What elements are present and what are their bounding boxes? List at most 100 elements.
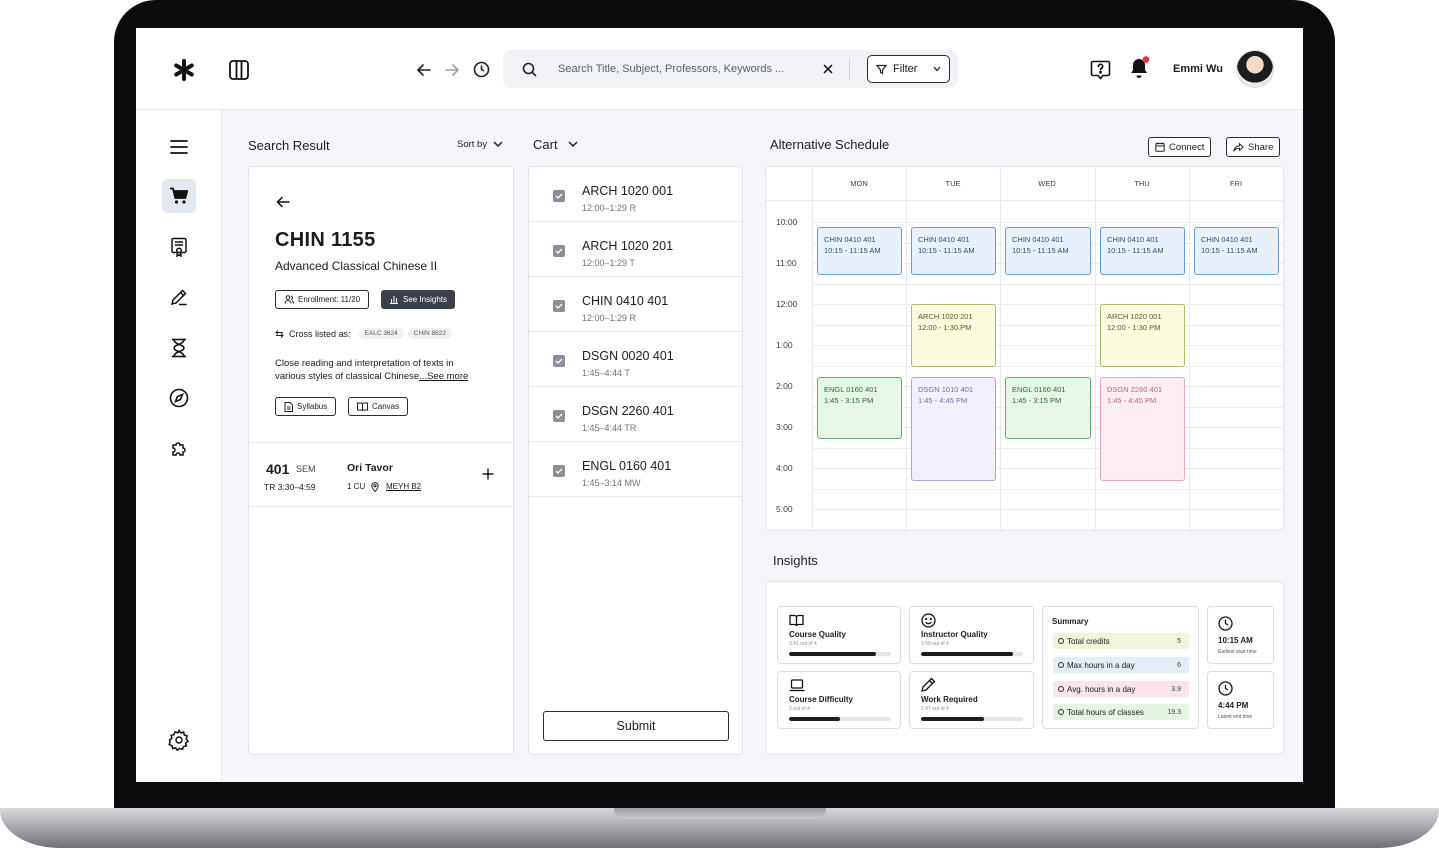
filter-dropdown[interactable]: Filter: [867, 55, 950, 83]
swap-arrows-icon: [275, 329, 284, 338]
see-more-link[interactable]: ...See more: [419, 371, 468, 382]
course-difficulty-card: Course Difficulty 2 out of 4: [777, 671, 901, 729]
insights-title: Insights: [773, 553, 818, 568]
sidebar-item-cart[interactable]: [162, 179, 196, 213]
summary-row-label: Avg. hours in a day: [1067, 684, 1136, 694]
cart-item[interactable]: ARCH 1020 201 12:00–1:29 T: [529, 222, 742, 277]
course-quality-bar: [789, 652, 891, 656]
cart-item[interactable]: DSGN 0020 401 1:45–4:44 T: [529, 332, 742, 387]
back-arrow-icon[interactable]: [275, 194, 291, 210]
columns-layout-icon[interactable]: [227, 58, 251, 82]
chevron-down-icon: [568, 141, 578, 148]
cart-item-name: CHIN 0410 401: [582, 294, 669, 308]
help-chat-icon[interactable]: [1089, 58, 1111, 80]
clear-search-icon[interactable]: [821, 62, 835, 76]
event-time: 10:15 - 11:15 AM: [824, 246, 881, 255]
cart-item-name: ARCH 1020 201: [582, 239, 674, 253]
share-label: Share: [1248, 141, 1274, 153]
section-number: 401: [266, 461, 290, 477]
canvas-button[interactable]: Canvas: [348, 397, 409, 416]
puzzle-piece-icon: [172, 442, 186, 456]
certificate-icon: [171, 237, 187, 257]
calendar-event[interactable]: CHIN 0410 401 10:15 - 11:15 AM: [1194, 227, 1279, 275]
course-name: Advanced Classical Chinese II: [275, 259, 438, 273]
section-row[interactable]: 401 SEM TR 3:30–4:59 Ori Tavor 1 CU MEYH…: [249, 443, 513, 506]
shopping-cart-icon: [170, 187, 189, 204]
sidebar-item-settings[interactable]: [162, 723, 196, 757]
connect-button[interactable]: Connect: [1148, 137, 1212, 157]
event-name: ARCH 1020 001: [1107, 312, 1162, 321]
cart-header[interactable]: Cart: [533, 137, 578, 152]
calendar-event[interactable]: CHIN 0410 401 10:15 - 11:15 AM: [1100, 227, 1185, 275]
calendar-event[interactable]: DSGN 1010 401 1:45 - 4:45 PM: [911, 377, 996, 481]
cart-item[interactable]: CHIN 0410 401 12:00–1:29 R: [529, 277, 742, 332]
event-time: 12:00 - 1:30 PM: [1107, 323, 1161, 332]
checkbox[interactable]: [553, 190, 565, 202]
share-arrow-icon: [1233, 142, 1244, 152]
calendar-event[interactable]: CHIN 0410 401 10:15 - 11:15 AM: [911, 227, 996, 275]
forward-arrow-icon[interactable]: [442, 60, 462, 80]
user-name[interactable]: Emmi Wu: [1173, 63, 1223, 75]
course-difficulty-label: Course Difficulty: [789, 695, 854, 704]
laptop-notch: [614, 808, 826, 819]
cart-item[interactable]: DSGN 2260 401 1:45–4:44 TR: [529, 387, 742, 442]
add-plus-icon[interactable]: [481, 467, 495, 481]
event-name: CHIN 0410 401: [1107, 235, 1159, 244]
cart-item[interactable]: ARCH 1020 001 12:00–1:29 R: [529, 167, 742, 222]
hour-label: 1:00: [776, 340, 793, 350]
cart-item-time: 1:45–4:44 T: [582, 368, 630, 378]
sidebar-item-plugins[interactable]: [162, 432, 196, 466]
calendar-event[interactable]: CHIN 0410 401 10:15 - 11:15 AM: [1005, 227, 1091, 275]
course-code: CHIN 1155: [275, 229, 376, 251]
checkbox[interactable]: [553, 300, 565, 312]
course-difficulty-bar: [789, 717, 891, 721]
syllabus-button[interactable]: Syllabus: [275, 397, 337, 416]
checkbox[interactable]: [553, 245, 565, 257]
sidebar-item-hourglass[interactable]: [162, 331, 196, 365]
calendar-event[interactable]: ENGL 0160 401 1:45 - 3:15 PM: [817, 377, 902, 439]
calendar-event[interactable]: ARCH 1020 201 12:00 - 1:30 PM: [911, 304, 996, 367]
see-insights-button[interactable]: See Insights: [381, 290, 456, 309]
search-bar[interactable]: Search Title, Subject, Professors, Keywo…: [503, 50, 958, 88]
menu-hamburger-icon[interactable]: [162, 130, 196, 164]
sort-by-dropdown[interactable]: Sort by: [457, 139, 503, 150]
event-name: ENGL 0160 401: [1012, 385, 1066, 394]
checkbox[interactable]: [553, 355, 565, 367]
day-header: MON: [850, 179, 868, 188]
back-arrow-icon[interactable]: [414, 60, 434, 80]
calendar-event[interactable]: ARCH 1020 001 12:00 - 1:30 PM: [1100, 304, 1185, 367]
share-button[interactable]: Share: [1226, 137, 1281, 157]
calendar-event[interactable]: DSGN 2260 401 1:45 - 4:45 PM: [1100, 377, 1185, 481]
cart-item-name: DSGN 2260 401: [582, 404, 674, 418]
avatar[interactable]: [1236, 50, 1274, 88]
sidebar-item-certificate[interactable]: [162, 230, 196, 264]
checkbox[interactable]: [553, 410, 565, 422]
section-location[interactable]: MEYH B2: [386, 482, 421, 491]
sidebar-item-explore[interactable]: [162, 381, 196, 415]
event-time: 1:45 - 4:45 PM: [918, 396, 968, 405]
schedule-title: Alternative Schedule: [770, 137, 890, 152]
cross-listed-tag[interactable]: CHIN 8622: [407, 328, 452, 339]
calendar-event[interactable]: CHIN 0410 401 10:15 - 11:15 AM: [817, 227, 902, 275]
document-icon: [284, 401, 293, 412]
event-name: CHIN 0410 401: [1012, 235, 1064, 244]
checkbox[interactable]: [553, 465, 565, 477]
calendar-event[interactable]: ENGL 0160 401 1:45 - 3:15 PM: [1005, 377, 1091, 439]
syllabus-label: Syllabus: [297, 402, 328, 411]
filter-label: Filter: [893, 63, 918, 75]
earliest-start-time: 10:15 AM: [1218, 636, 1253, 645]
smiley-face-icon: [921, 613, 936, 628]
search-input[interactable]: Search Title, Subject, Professors, Keywo…: [558, 63, 784, 75]
insights-panel: Course Quality 3.41 out of 4 Instructor …: [765, 581, 1284, 755]
users-icon: [284, 295, 294, 304]
asterisk-logo-icon[interactable]: [172, 58, 196, 82]
grid-line: [812, 489, 1283, 490]
cart-item-name: ENGL 0160 401: [582, 459, 672, 473]
sidebar-item-edit[interactable]: [162, 280, 196, 314]
cart-item[interactable]: ENGL 0160 401 1:45–3:14 MW: [529, 442, 742, 497]
cross-listed-tag[interactable]: EALC 3624: [358, 328, 404, 339]
submit-button[interactable]: Submit: [543, 711, 729, 741]
notification-bell-icon[interactable]: [1127, 56, 1151, 80]
history-clock-icon[interactable]: [471, 59, 491, 79]
grid-line: [812, 325, 1283, 326]
